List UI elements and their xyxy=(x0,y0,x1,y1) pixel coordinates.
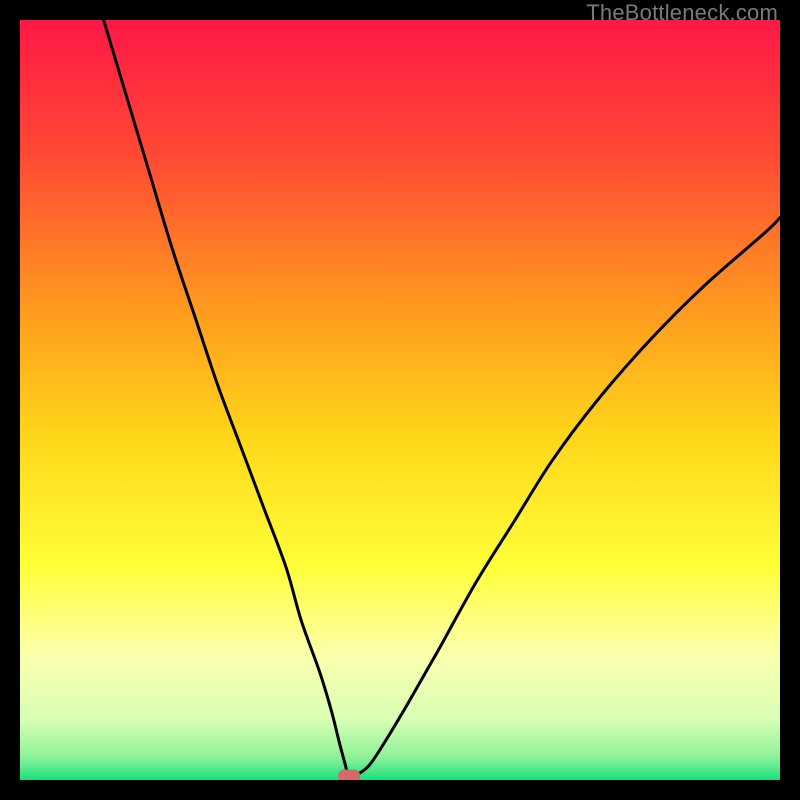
chart-frame xyxy=(20,20,780,780)
bottleneck-chart xyxy=(20,20,780,780)
optimum-marker xyxy=(338,769,360,780)
chart-gradient-bg xyxy=(20,20,780,780)
